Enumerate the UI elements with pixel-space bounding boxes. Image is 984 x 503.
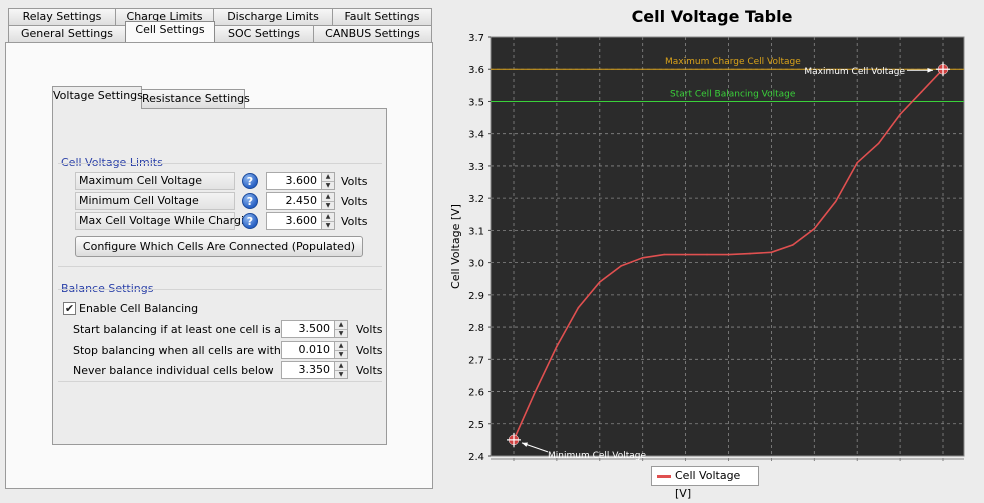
y-tick-label: 2.9 — [468, 291, 484, 302]
configure-cells-button[interactable]: Configure Which Cells Are Connected (Pop… — [75, 236, 363, 257]
volts-unit: Volts — [341, 195, 368, 208]
help-icon[interactable]: ? — [242, 213, 258, 229]
start-balancing-label: Start balancing if at least one cell is … — [73, 323, 308, 336]
tab-relay-settings[interactable]: Relay Settings — [8, 8, 116, 25]
legend-label: Cell Voltage [V] — [675, 469, 741, 500]
stop-balancing-label: Stop balancing when all cells are within — [73, 344, 291, 357]
enable-balancing-label: Enable Cell Balancing — [79, 302, 199, 315]
y-tick-label: 3.7 — [468, 33, 484, 44]
start-balancing-spinner[interactable]: ▲ ▼ — [335, 320, 348, 338]
tab-canbus-settings[interactable]: CANBUS Settings — [313, 25, 432, 42]
y-tick-label: 3.6 — [468, 65, 484, 76]
y-tick-label: 2.5 — [468, 420, 484, 431]
y-tick-label: 3.4 — [468, 130, 484, 141]
data-point — [813, 227, 816, 230]
y-tick-label: 3.3 — [468, 162, 484, 173]
data-point — [727, 253, 730, 256]
never-balance-spinner[interactable]: ▲ ▼ — [335, 361, 348, 379]
data-point — [920, 90, 923, 93]
chart-title: Cell Voltage Table — [631, 7, 793, 26]
y-tick-label: 3.2 — [468, 194, 484, 205]
data-point — [599, 281, 601, 283]
tab-general-settings[interactable]: General Settings — [8, 25, 126, 42]
start-balancing-input[interactable]: 3.500 — [281, 320, 335, 338]
data-point — [770, 251, 773, 254]
data-point — [856, 161, 858, 164]
legend-swatch — [657, 475, 671, 478]
volts-unit: Volts — [356, 344, 383, 357]
y-tick-label: 2.4 — [468, 452, 484, 463]
stop-balancing-spinner[interactable]: ▲ ▼ — [335, 341, 348, 359]
y-tick-label: 2.8 — [468, 323, 484, 334]
volts-unit: Volts — [341, 215, 368, 228]
data-point — [620, 265, 623, 267]
data-point — [684, 253, 687, 256]
max-charging-voltage-spinner[interactable]: ▲ ▼ — [322, 212, 335, 230]
tab-soc-settings[interactable]: SOC Settings — [214, 25, 314, 42]
volts-unit: Volts — [356, 364, 383, 377]
max-charging-voltage-input[interactable]: 3.600 — [266, 212, 322, 230]
min-cell-voltage-spinner[interactable]: ▲ ▼ — [322, 192, 335, 210]
annotation-label: Maximum Cell Voltage — [804, 67, 905, 77]
reference-line-label: Start Cell Balancing Voltage — [670, 89, 796, 99]
data-point — [834, 200, 837, 203]
data-point — [792, 244, 794, 246]
y-tick-label: 2.7 — [468, 355, 484, 366]
never-balance-label: Never balance individual cells below — [73, 364, 274, 377]
y-tick-label: 2.6 — [468, 388, 484, 399]
min-cell-voltage-label: Minimum Cell Voltage — [75, 192, 235, 210]
tab-voltage-settings[interactable]: Voltage Settings — [52, 86, 143, 109]
tab-resistance-settings[interactable]: Resistance Settings — [141, 89, 250, 108]
data-point — [534, 390, 537, 393]
reference-line-label: Maximum Charge Cell Voltage — [665, 57, 801, 67]
tab-discharge-limits[interactable]: Discharge Limits — [213, 8, 333, 25]
data-point — [577, 306, 580, 309]
never-balance-input[interactable]: 3.350 — [281, 361, 335, 379]
help-icon[interactable]: ? — [242, 173, 258, 189]
annotation-label: Minimum Cell Voltage — [548, 451, 646, 461]
cell-voltage-chart: 2.4 2.5 2.6 2.7 2.8 2.9 3.0 3.1 3.2 3.3 3.4 3.5 3.6 3… — [449, 33, 965, 463]
y-axis-label: Cell Voltage [V] — [449, 204, 462, 289]
max-cell-voltage-label: Maximum Cell Voltage — [75, 172, 235, 190]
data-point — [706, 253, 708, 256]
min-cell-voltage-input[interactable]: 2.450 — [266, 192, 322, 210]
chart-legend: Cell Voltage [V] — [651, 466, 759, 500]
stop-balancing-input[interactable]: 0.010 — [281, 341, 335, 359]
volts-unit: Volts — [341, 175, 368, 188]
max-charging-voltage-label: Max Cell Voltage While Charging — [75, 212, 258, 230]
max-cell-voltage-input[interactable]: 3.600 — [266, 172, 322, 190]
data-point — [899, 113, 901, 116]
volts-unit: Volts — [356, 323, 383, 336]
y-tick-label: 3.5 — [468, 97, 484, 108]
data-point — [663, 253, 665, 256]
max-cell-voltage-spinner[interactable]: ▲ ▼ — [322, 172, 335, 190]
y-tick-label: 3.1 — [468, 226, 484, 237]
plot-area — [490, 36, 965, 457]
enable-balancing-checkbox[interactable]: ✔ — [63, 302, 76, 315]
y-tick-label: 3.0 — [468, 259, 484, 270]
tab-cell-settings[interactable]: Cell Settings — [125, 21, 215, 42]
data-point — [749, 252, 751, 255]
data-point — [877, 142, 880, 145]
tab-fault-settings[interactable]: Fault Settings — [332, 8, 432, 25]
data-point — [641, 256, 644, 259]
help-icon[interactable]: ? — [242, 193, 258, 209]
data-point — [556, 345, 558, 348]
